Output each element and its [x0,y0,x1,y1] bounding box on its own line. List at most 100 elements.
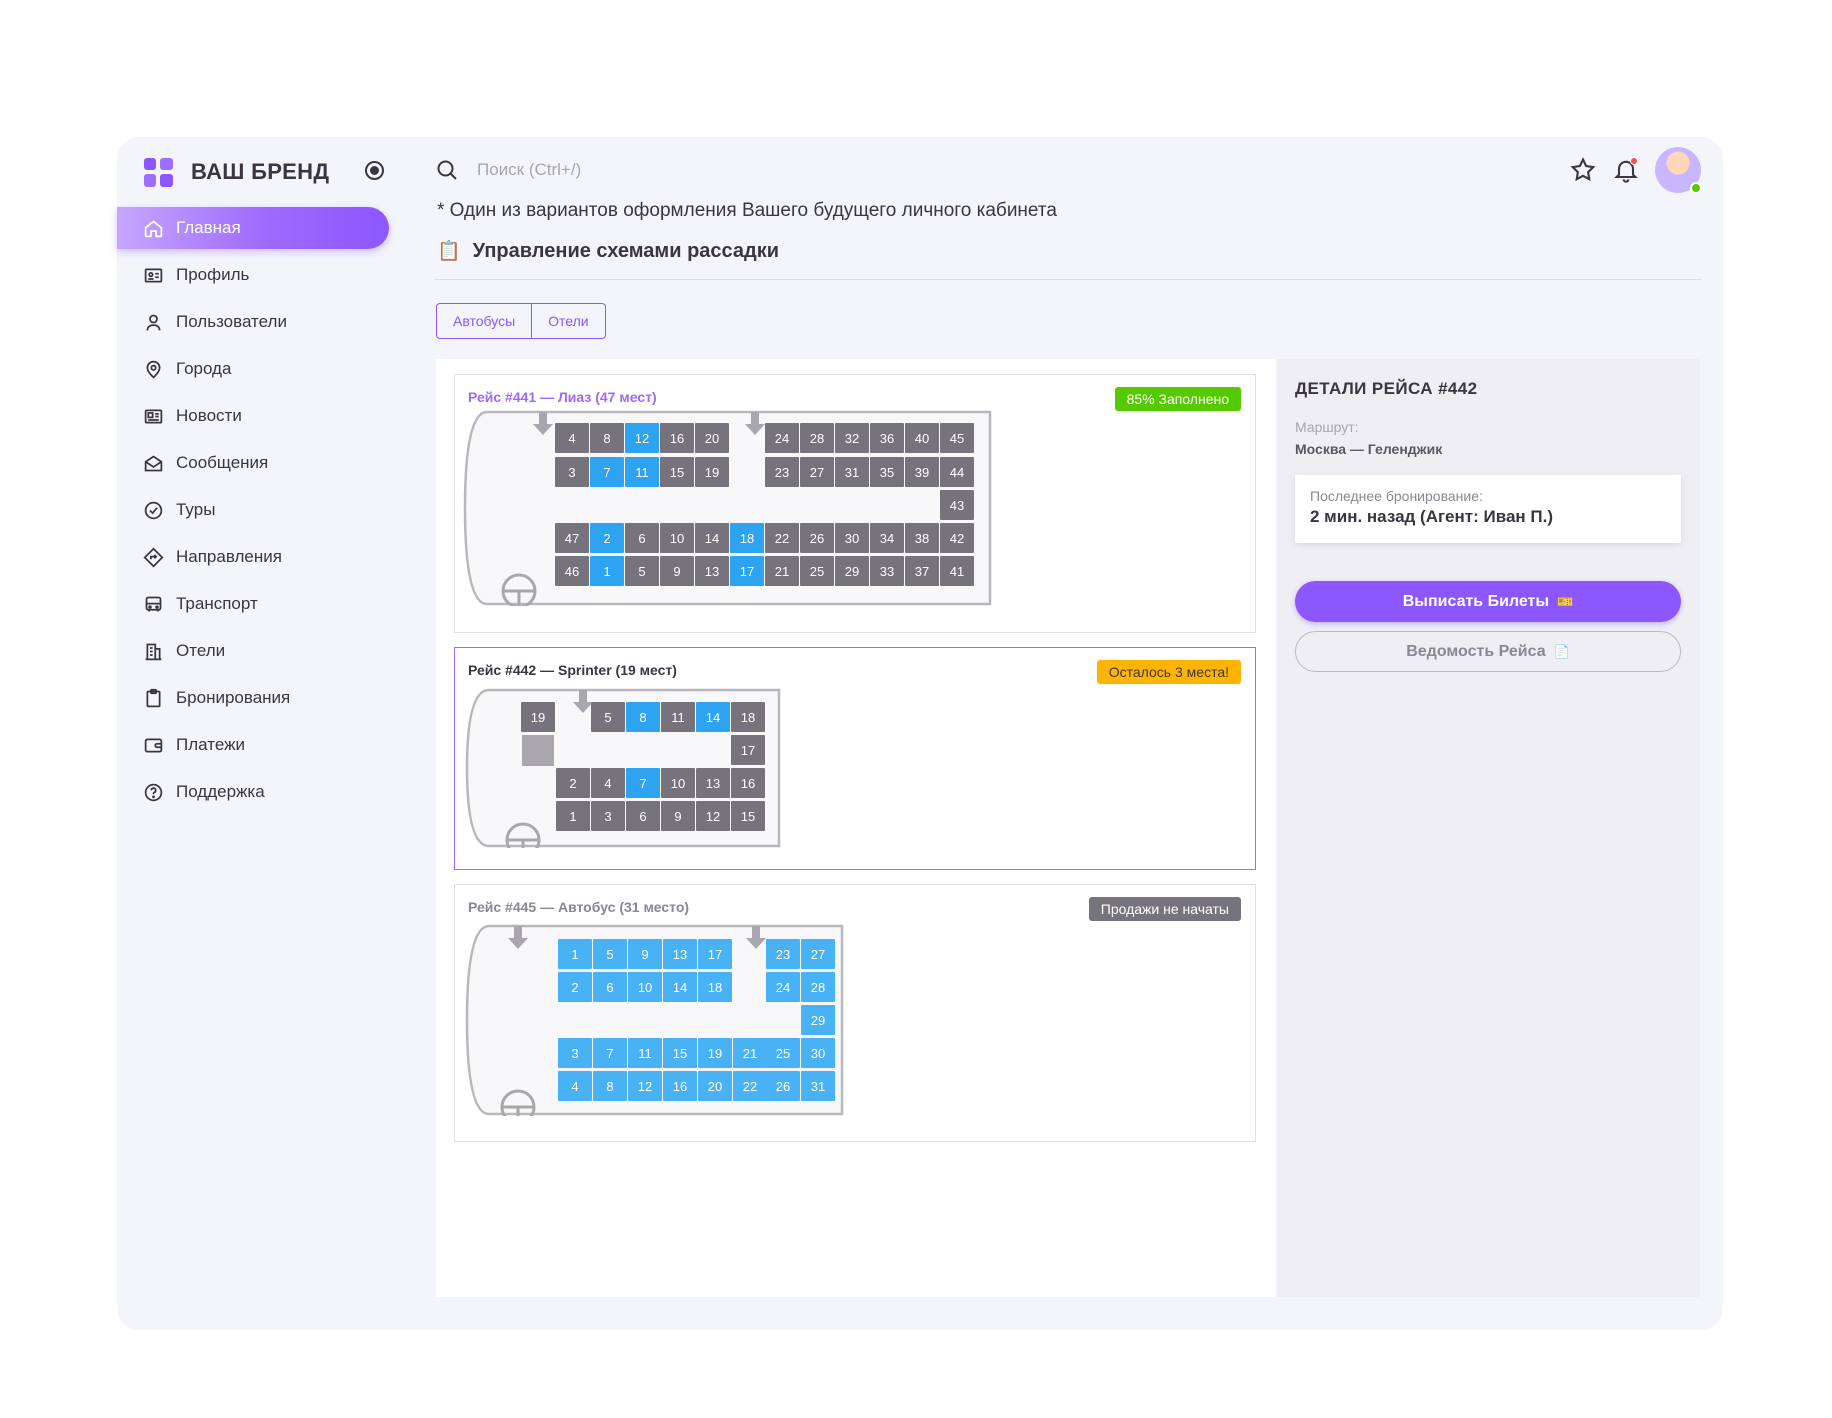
sidebar-item-messages[interactable]: Сообщения [117,442,389,484]
seat-23[interactable]: 23 [765,457,799,487]
seat-44[interactable]: 44 [940,457,974,487]
seat-8[interactable]: 8 [590,423,624,453]
seat-6[interactable]: 6 [626,801,660,831]
seat-5[interactable]: 5 [591,702,625,732]
seat-15[interactable]: 15 [663,1038,697,1068]
seat-24[interactable]: 24 [766,972,800,1002]
sidebar-item-home[interactable]: Главная [117,207,389,249]
seat-20[interactable]: 20 [698,1071,732,1101]
seat-15[interactable]: 15 [731,801,765,831]
seat-13[interactable]: 13 [695,556,729,586]
seat-18[interactable]: 18 [730,523,764,553]
seat-27[interactable]: 27 [801,939,835,969]
seat-3[interactable]: 3 [558,1038,592,1068]
sidebar-item-directions[interactable]: Направления [117,536,389,578]
seat-27[interactable]: 27 [800,457,834,487]
sidebar-item-cities[interactable]: Города [117,348,389,390]
seat-14[interactable]: 14 [695,523,729,553]
seat-9[interactable]: 9 [628,939,662,969]
sidebar-item-transport[interactable]: Транспорт [117,583,389,625]
seat-37[interactable]: 37 [905,556,939,586]
seat-1[interactable]: 1 [556,801,590,831]
seat-28[interactable]: 28 [800,423,834,453]
seat-36[interactable]: 36 [870,423,904,453]
seat-28[interactable]: 28 [801,972,835,1002]
brand[interactable]: ВАШ БРЕНД [144,155,329,189]
seat-9[interactable]: 9 [660,556,694,586]
trip-card-445[interactable]: Рейс #445 — Автобус (31 место) Продажи н… [454,884,1256,1142]
seat-30[interactable]: 30 [801,1038,835,1068]
seat-8[interactable]: 8 [626,702,660,732]
seat-16[interactable]: 16 [663,1071,697,1101]
seat-29[interactable]: 29 [835,556,869,586]
seat-3[interactable]: 3 [555,457,589,487]
seat-25[interactable]: 25 [766,1038,800,1068]
sidebar-item-news[interactable]: Новости [117,395,389,437]
trip-card-442[interactable]: Рейс #442 — Sprinter (19 мест) Осталось … [454,647,1256,870]
seat-11[interactable]: 11 [625,457,659,487]
seat-15[interactable]: 15 [660,457,694,487]
seat-17[interactable]: 17 [730,556,764,586]
seat-7[interactable]: 7 [590,457,624,487]
seat-12[interactable]: 12 [628,1071,662,1101]
seat-11[interactable]: 11 [661,702,695,732]
seat-2[interactable]: 2 [558,972,592,1002]
seat-10[interactable]: 10 [661,768,695,798]
seat-39[interactable]: 39 [905,457,939,487]
seat-9[interactable]: 9 [661,801,695,831]
seat-14[interactable]: 14 [663,972,697,1002]
seat-12[interactable]: 12 [696,801,730,831]
seat-2[interactable]: 2 [556,768,590,798]
seat-10[interactable]: 10 [660,523,694,553]
seat-21[interactable]: 21 [765,556,799,586]
seat-4[interactable]: 4 [555,423,589,453]
seat-22[interactable]: 22 [733,1071,767,1101]
trip-manifest-button[interactable]: Ведомость Рейса 📄 [1295,631,1681,672]
sidebar-item-bookings[interactable]: Бронирования [117,677,389,719]
seat-19[interactable]: 19 [695,457,729,487]
seat-17[interactable]: 17 [698,939,732,969]
seat-13[interactable]: 13 [663,939,697,969]
seat-43[interactable]: 43 [940,490,974,520]
avatar[interactable] [1655,147,1702,194]
search-bar[interactable]: Поиск (Ctrl+/) [435,155,581,185]
trip-card-441[interactable]: Рейс #441 — Лиаз (47 мест) 85% Заполнено… [454,374,1256,633]
bell-icon[interactable] [1612,156,1640,184]
seat-3[interactable]: 3 [591,801,625,831]
sidebar-item-profile[interactable]: Профиль [117,254,389,296]
seat-19[interactable]: 19 [698,1038,732,1068]
seat-24[interactable]: 24 [765,423,799,453]
seat-26[interactable]: 26 [766,1071,800,1101]
seat-7[interactable]: 7 [593,1038,627,1068]
seat-22[interactable]: 22 [765,523,799,553]
seat-25[interactable]: 25 [800,556,834,586]
seat-35[interactable]: 35 [870,457,904,487]
seat-29[interactable]: 29 [801,1005,835,1035]
sidebar-item-hotels[interactable]: Отели [117,630,389,672]
seat-23[interactable]: 23 [766,939,800,969]
seat-16[interactable]: 16 [660,423,694,453]
seat-5[interactable]: 5 [593,939,627,969]
seat-32[interactable]: 32 [835,423,869,453]
seat-45[interactable]: 45 [940,423,974,453]
seat-4[interactable]: 4 [558,1071,592,1101]
sidebar-item-tours[interactable]: Туры [117,489,389,531]
seat-1[interactable]: 1 [558,939,592,969]
sidebar-item-users[interactable]: Пользователи [117,301,389,343]
seat-34[interactable]: 34 [870,523,904,553]
tab-buses[interactable]: Автобусы [437,304,531,338]
issue-tickets-button[interactable]: Выписать Билеты 🎫 [1295,581,1681,622]
seat-8[interactable]: 8 [593,1071,627,1101]
seat-31[interactable]: 31 [835,457,869,487]
seat-40[interactable]: 40 [905,423,939,453]
seat-47[interactable]: 47 [555,523,589,553]
seat-38[interactable]: 38 [905,523,939,553]
seat-14[interactable]: 14 [696,702,730,732]
sidebar-item-payments[interactable]: Платежи [117,724,389,766]
seat-26[interactable]: 26 [800,523,834,553]
seat-2[interactable]: 2 [590,523,624,553]
seat-10[interactable]: 10 [628,972,662,1002]
seat-7[interactable]: 7 [626,768,660,798]
sidebar-item-support[interactable]: Поддержка [117,771,389,813]
seat-31[interactable]: 31 [801,1071,835,1101]
